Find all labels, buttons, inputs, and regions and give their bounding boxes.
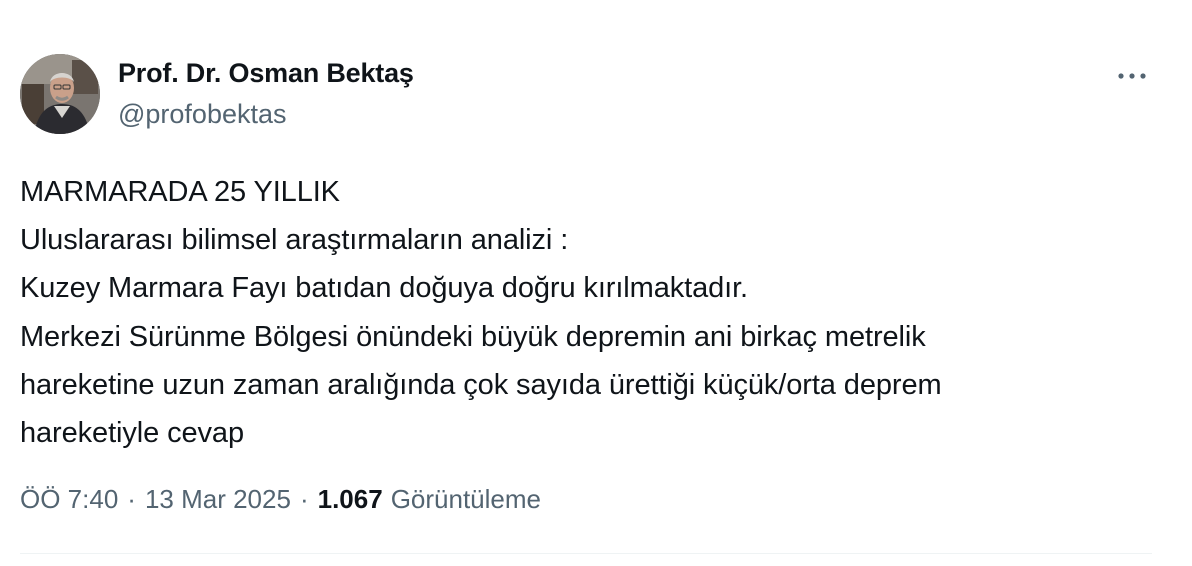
tweet-text-line: MARMARADA 25 YILLIK bbox=[20, 176, 340, 208]
tweet-text-line: Kuzey Marmara Fayı batıdan doğuya doğru … bbox=[20, 272, 749, 305]
avatar-photo bbox=[20, 54, 100, 134]
author-name[interactable]: Prof. Dr. Osman Bektaş bbox=[118, 58, 414, 89]
author-handle[interactable]: @profobektas bbox=[118, 99, 287, 130]
meta-separator: · bbox=[299, 484, 309, 514]
tweet-card: Prof. Dr. Osman Bektaş @profobektas MARM… bbox=[0, 0, 1192, 566]
tweet-time: ÖÖ 7:40 bbox=[20, 484, 119, 514]
divider bbox=[20, 553, 1152, 554]
more-horizontal-icon bbox=[1118, 73, 1146, 79]
tweet-date: 13 Mar 2025 bbox=[144, 484, 291, 514]
views-count: 1.067 bbox=[317, 484, 383, 514]
tweet-text: MARMARADA 25 YILLIK Uluslararası bilimse… bbox=[20, 168, 1170, 457]
avatar[interactable] bbox=[20, 54, 100, 134]
views-label: Görüntüleme bbox=[390, 484, 541, 514]
tweet-text-line: hareketine uzun zaman aralığında çok say… bbox=[20, 368, 942, 401]
more-options-button[interactable] bbox=[1110, 58, 1154, 94]
tweet-metadata: ÖÖ 7:40 · 13 Mar 2025 · 1.067 Görüntüleme bbox=[20, 484, 541, 515]
tweet-time-link[interactable]: ÖÖ 7:40 · 13 Mar 2025 bbox=[20, 484, 291, 515]
tweet-text-line: Merkezi Sürünme Bölgesi önündeki büyük d… bbox=[20, 320, 926, 353]
tweet-text-line: hareketiyle cevap bbox=[20, 417, 244, 450]
tweet-text-line: Uluslararası bilimsel araştırmaların ana… bbox=[20, 224, 569, 257]
meta-separator: · bbox=[127, 484, 136, 514]
